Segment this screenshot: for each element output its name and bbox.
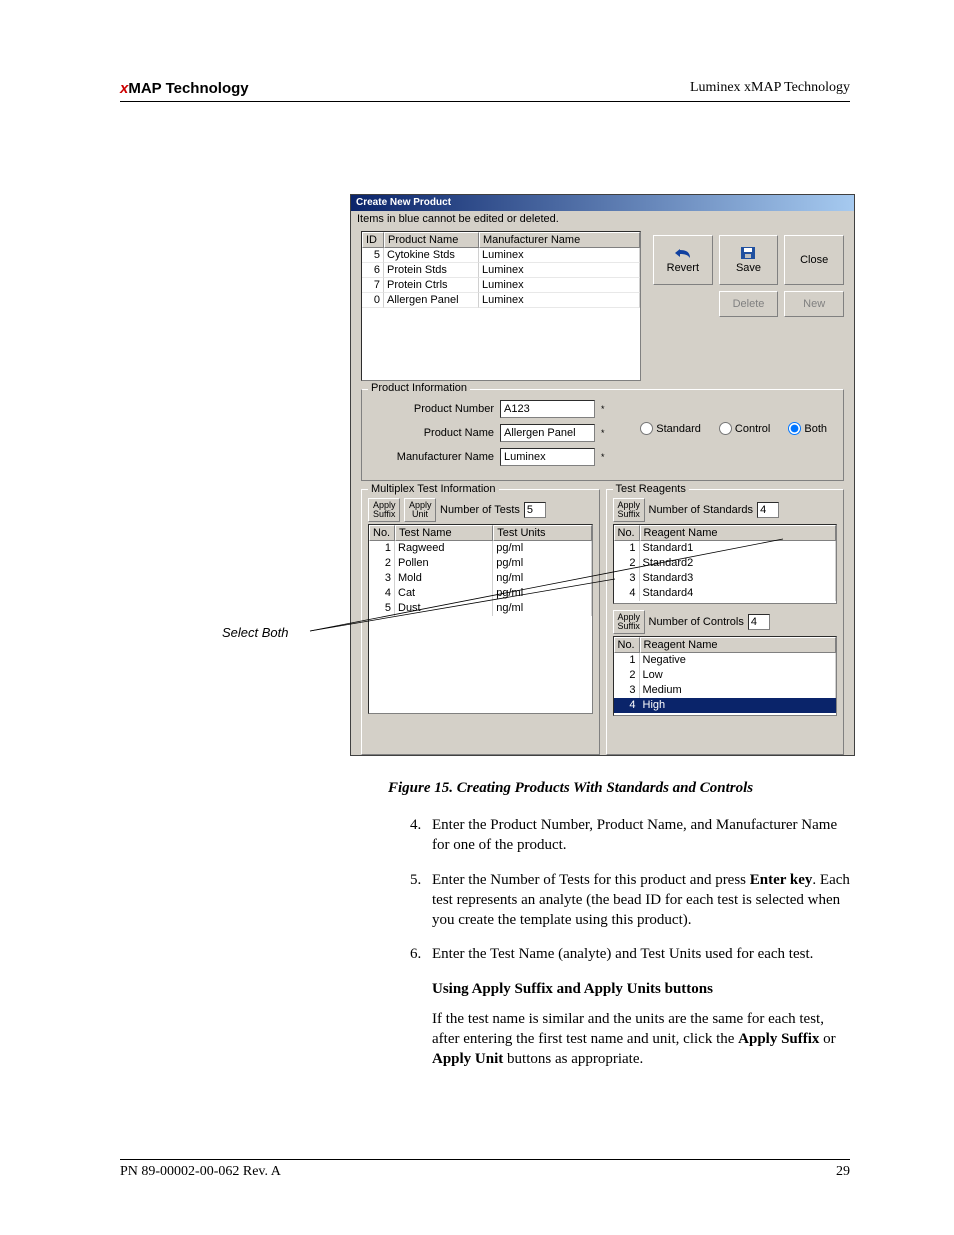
create-new-product-dialog: Create New Product Items in blue cannot … (350, 194, 855, 756)
group-title: Multiplex Test Information (368, 483, 499, 495)
floppy-icon (738, 246, 758, 260)
table-row[interactable]: 4Standard4 (614, 586, 837, 601)
product-number-label: Product Number (370, 403, 494, 415)
radio-standard[interactable]: Standard (640, 422, 701, 435)
table-row[interactable]: 2Pollenpg/ml (369, 556, 592, 571)
body-text: 4.Enter the Product Number, Product Name… (410, 815, 855, 1080)
table-row[interactable]: 6Protein StdsLuminex (362, 263, 640, 278)
group-title: Product Information (368, 382, 470, 394)
footer-left: PN 89-00002-00-062 Rev. A (120, 1164, 281, 1180)
multiplex-test-panel: Multiplex Test Information Apply Suffix … (361, 489, 600, 755)
apply-unit-button[interactable]: Apply Unit (404, 498, 436, 522)
screenshot-figure: Create New Product Items in blue cannot … (350, 194, 855, 756)
num-controls-label: Number of Controls (649, 616, 744, 628)
table-row[interactable]: 3Moldng/ml (369, 571, 592, 586)
undo-icon (673, 246, 693, 260)
group-title: Test Reagents (613, 483, 689, 495)
manufacturer-name-field[interactable] (500, 448, 595, 466)
header-right: Luminex xMAP Technology (690, 80, 850, 97)
manufacturer-name-label: Manufacturer Name (370, 451, 494, 463)
radio-both[interactable]: Both (788, 422, 827, 435)
table-row[interactable]: 1Ragweedpg/ml (369, 541, 592, 556)
table-row[interactable]: 5Dustng/ml (369, 601, 592, 616)
table-row[interactable]: 0Allergen PanelLuminex (362, 293, 640, 308)
num-controls-field[interactable] (748, 614, 770, 630)
radio-control[interactable]: Control (719, 422, 770, 435)
product-list-table[interactable]: ID Product Name Manufacturer Name 5Cytok… (361, 231, 641, 381)
product-name-label: Product Name (370, 427, 494, 439)
col-product-name[interactable]: Product Name (384, 232, 479, 248)
num-tests-label: Number of Tests (440, 504, 520, 516)
product-name-field[interactable] (500, 424, 595, 442)
table-row[interactable]: 4Catpg/ml (369, 586, 592, 601)
table-row[interactable]: 2Low (614, 668, 837, 683)
figure-caption: Figure 15. Creating Products With Standa… (388, 780, 753, 797)
test-reagents-panel: Test Reagents Apply Suffix Number of Sta… (606, 489, 845, 755)
table-row[interactable]: 1Negative (614, 653, 837, 668)
new-button[interactable]: New (784, 291, 844, 317)
tests-table[interactable]: No.Test NameTest Units 1Ragweedpg/ml 2Po… (368, 524, 593, 714)
num-standards-field[interactable] (757, 502, 779, 518)
page-header: xMAP Technology Luminex xMAP Technology (120, 80, 850, 102)
revert-button[interactable]: Revert (653, 235, 713, 285)
apply-suffix-button[interactable]: Apply Suffix (613, 498, 645, 522)
type-radio-group: Standard Control Both (640, 422, 827, 435)
table-row[interactable]: 3Medium (614, 683, 837, 698)
header-left: xMAP Technology (120, 80, 249, 97)
callout-label: Select Both (222, 625, 289, 640)
close-button[interactable]: Close (784, 235, 844, 285)
dialog-title-bar: Create New Product (351, 195, 854, 211)
num-standards-label: Number of Standards (649, 504, 754, 516)
num-tests-field[interactable] (524, 502, 546, 518)
apply-suffix-button[interactable]: Apply Suffix (613, 610, 645, 634)
table-row[interactable]: 4High (614, 698, 837, 713)
col-id[interactable]: ID (362, 232, 384, 248)
product-number-field[interactable] (500, 400, 595, 418)
table-row[interactable]: 2Standard2 (614, 556, 837, 571)
info-note: Items in blue cannot be edited or delete… (351, 211, 854, 231)
page-footer: PN 89-00002-00-062 Rev. A 29 (120, 1159, 850, 1180)
table-row[interactable]: 7Protein CtrlsLuminex (362, 278, 640, 293)
table-row[interactable]: 3Standard3 (614, 571, 837, 586)
controls-table[interactable]: No.Reagent Name 1Negative 2Low 3Medium 4… (613, 636, 838, 716)
col-manufacturer[interactable]: Manufacturer Name (479, 232, 640, 248)
product-information-group: Product Information Product Number * Pro… (361, 389, 844, 481)
save-button[interactable]: Save (719, 235, 779, 285)
standards-table[interactable]: No.Reagent Name 1Standard1 2Standard2 3S… (613, 524, 838, 604)
delete-button[interactable]: Delete (719, 291, 779, 317)
table-row[interactable]: 5Cytokine StdsLuminex (362, 248, 640, 263)
page-number: 29 (836, 1164, 850, 1180)
apply-suffix-button[interactable]: Apply Suffix (368, 498, 400, 522)
table-row[interactable]: 1Standard1 (614, 541, 837, 556)
